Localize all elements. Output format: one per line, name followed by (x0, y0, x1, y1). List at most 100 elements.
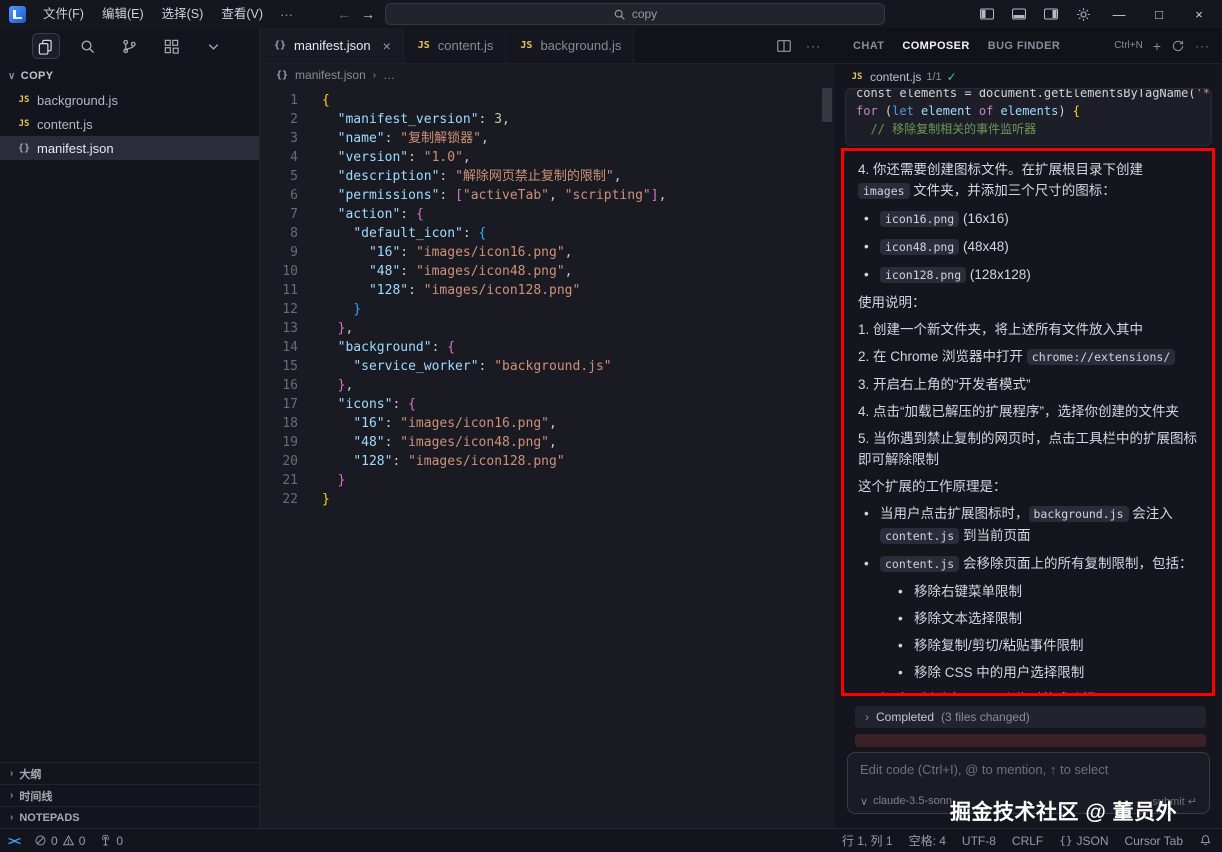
bullet-icon: • (864, 689, 880, 693)
close-button[interactable]: × (1180, 0, 1218, 28)
chat-paragraph: 4. 你还需要创建图标文件。在扩展根目录下创建 images 文件夹，并添加三个… (858, 162, 1144, 199)
file-chip[interactable]: JS content.js 1/1 ✓ (849, 67, 1216, 87)
nav-forward-button[interactable]: → (361, 6, 375, 22)
file-content.js[interactable]: JS content.js (0, 112, 259, 136)
line-number: 18 (282, 416, 298, 431)
source-control-view-button[interactable] (116, 33, 144, 59)
tab-background.js[interactable]: JS background.js (506, 28, 635, 63)
panel-bottom-icon[interactable] (1004, 0, 1034, 28)
completed-label: Completed (876, 710, 935, 724)
code-line: 4 "version": "1.0", (260, 148, 835, 167)
search-view-button[interactable] (74, 33, 102, 59)
close-tab-button[interactable]: × (383, 38, 391, 54)
editor-scrollbar[interactable] (822, 88, 832, 122)
explorer-header[interactable]: ∨ COPY (0, 64, 259, 88)
bullet-icon: • (864, 506, 869, 521)
more-views-button[interactable] (200, 33, 228, 59)
section-NOTEPADS[interactable]: › NOTEPADS (0, 806, 259, 828)
menu-item[interactable]: 选择(S) (153, 0, 213, 28)
chat-bullet: • content.js 会移除页面上的所有复制限制，包括： (858, 553, 1198, 575)
chat-paragraph: 1. 创建一个新文件夹，将上述所有文件放入其中 (858, 322, 1144, 337)
code-line: 20 "128": "images/icon128.png" (260, 452, 835, 471)
model-selector[interactable]: ∨ claude-3.5-sonn… (860, 795, 963, 808)
section-大纲[interactable]: › 大纲 (0, 762, 259, 784)
status-JSON[interactable]: {} JSON (1059, 834, 1108, 848)
json-file-icon: {} (17, 142, 31, 154)
js-file-icon: JS (417, 40, 430, 51)
code-line: 9 "16": "images/icon16.png", (260, 243, 835, 262)
snippet-line: const elements = document.getElementsByT… (856, 88, 1211, 100)
menu-item[interactable]: 编辑(E) (93, 0, 153, 28)
context-strip (855, 734, 1206, 747)
chip-filename: content.js (870, 70, 922, 84)
code-line: 17 "icons": { (260, 395, 835, 414)
status-UTF-8[interactable]: UTF-8 (962, 834, 996, 848)
status-Cursor Tab[interactable]: Cursor Tab (1125, 834, 1183, 848)
editor-tabbar: {} manifest.json × JS content.js JS background… (260, 28, 835, 64)
minimize-button[interactable]: — (1100, 0, 1138, 28)
line-number: 4 (290, 150, 298, 165)
ports-indicator[interactable]: 0 (99, 834, 123, 848)
split-editor-icon[interactable] (776, 38, 792, 54)
json-file-icon: {} (276, 69, 289, 81)
tab-manifest.json[interactable]: {} manifest.json × (260, 28, 404, 63)
bell-icon[interactable] (1199, 834, 1212, 847)
line-number: 20 (282, 454, 298, 469)
status-空格: 4[interactable]: 空格: 4 (909, 832, 946, 849)
breadcrumb[interactable]: {} manifest.json › … (260, 64, 835, 86)
code-line: 5 "description": "解除网页禁止复制的限制", (260, 167, 835, 186)
explorer-view-button[interactable] (31, 33, 60, 59)
line-number: 21 (282, 473, 298, 488)
new-chat-button[interactable]: + (1153, 38, 1161, 54)
composer-tab-chat[interactable]: CHAT (853, 40, 884, 52)
search-box[interactable]: copy (385, 3, 885, 25)
chat-bullet: • icon16.png (16x16) (858, 208, 1198, 230)
snippet-line: // 移除复制相关的事件监听器 (856, 122, 1037, 136)
section-chevron-icon: › (10, 768, 14, 779)
maximize-button[interactable]: □ (1140, 0, 1178, 28)
file-manifest.json[interactable]: {} manifest.json (0, 136, 259, 160)
copy-pages-icon (38, 39, 52, 55)
composer-more-icon[interactable]: ··· (1195, 39, 1210, 53)
chevron-down-icon (208, 43, 219, 50)
menu-more-button[interactable]: ··· (272, 7, 301, 22)
completed-bar[interactable]: › Completed (3 files changed) (855, 706, 1206, 728)
main-area: ∨ COPY JS background.js JS content.js{} mani… (0, 28, 1222, 828)
editor-more-icon[interactable]: ··· (806, 39, 821, 53)
problems-indicator[interactable]: 0 0 (34, 834, 85, 848)
section-时间线[interactable]: › 时间线 (0, 784, 259, 806)
line-number: 19 (282, 435, 298, 450)
menu-item[interactable]: 文件(F) (34, 0, 93, 28)
composer-tab-composer[interactable]: COMPOSER (902, 40, 969, 52)
composer-tab-bug-finder[interactable]: BUG FINDER (988, 40, 1060, 52)
titlebar-controls: — □ × (972, 0, 1222, 28)
tab-content.js[interactable]: JS content.js (403, 28, 507, 63)
menu-item[interactable]: 查看(V) (212, 0, 272, 28)
code-editor[interactable]: 1{2 "manifest_version": 3, 3 "name": "复制解… (260, 86, 835, 828)
line-number: 22 (282, 492, 298, 507)
shortcut-label: Ctrl+N (1114, 40, 1143, 51)
extensions-icon (164, 39, 179, 54)
panel-right-icon[interactable] (1036, 0, 1066, 28)
status-行 1, 列 1[interactable]: 行 1, 列 1 (842, 832, 893, 849)
history-icon[interactable] (1171, 39, 1185, 53)
line-number: 10 (282, 264, 298, 279)
code-line: 11 "128": "images/icon128.png" (260, 281, 835, 300)
watermark: 掘金技术社区 @ 董员外 (950, 801, 1178, 824)
settings-gear-icon[interactable] (1068, 0, 1098, 28)
nav-back-button[interactable]: ← (337, 6, 351, 22)
code-line: 12 } (260, 300, 835, 319)
extensions-view-button[interactable] (158, 33, 186, 59)
status-CRLF[interactable]: CRLF (1012, 834, 1043, 848)
sidebar-sections: › 大纲 › 时间线 › NOTEPADS (0, 762, 259, 828)
section-chevron-icon: ∨ (8, 70, 16, 82)
file-background.js[interactable]: JS background.js (0, 88, 259, 112)
section-chevron-icon: › (10, 812, 14, 823)
input-placeholder: Edit code (Ctrl+I), @ to mention, ↑ to s… (860, 762, 1109, 777)
bullet-icon: • (864, 267, 869, 282)
panel-left-icon[interactable] (972, 0, 1002, 28)
code-line: 14 "background": { (260, 338, 835, 357)
line-number: 16 (282, 378, 298, 393)
remote-icon[interactable]: >< (8, 834, 21, 848)
line-number: 12 (282, 302, 298, 317)
